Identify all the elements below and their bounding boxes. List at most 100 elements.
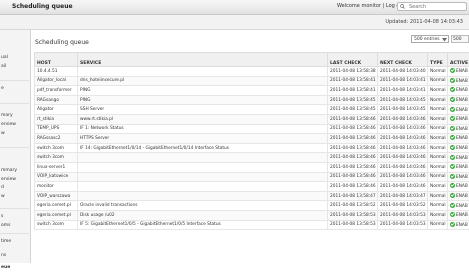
main-content: Scheduling queue 500 entries 500 HOST SE…	[31, 30, 469, 263]
welcome-logout-link[interactable]: Welcome monitor | Log out	[337, 3, 405, 9]
table-cell-host[interactable]: TEMP_UPS	[35, 124, 78, 134]
sidebar-item[interactable]: w	[0, 193, 29, 201]
active-status-text: ENAB	[456, 69, 468, 74]
table-cell-host[interactable]: RAGssasc2	[35, 134, 78, 144]
active-status-text: ENAB	[456, 223, 468, 228]
column-header-type[interactable]: TYPE	[428, 53, 448, 67]
check-circle-icon	[450, 193, 455, 198]
table-cell-service[interactable]	[78, 153, 328, 163]
table-cell-service[interactable]: IF 5: GigabitEthernet1/0/5 - GigabitEthe…	[78, 220, 328, 230]
column-header-next-check[interactable]: NEXT CHECK	[378, 53, 428, 67]
sidebar-item[interactable]: s	[0, 213, 29, 221]
column-header-active-checks[interactable]: ACTIVE CHECKS	[448, 53, 469, 67]
sidebar-item[interactable]	[0, 30, 29, 38]
active-status-text: ENAB	[456, 213, 468, 218]
table-cell-service[interactable]	[78, 162, 328, 172]
table-cell-service[interactable]: PING	[78, 86, 328, 96]
table-cell-last: 2011-04-08 13:58:45	[328, 95, 378, 105]
active-status-text: ENAB	[456, 98, 468, 103]
table-cell-host[interactable]: egeria.cemet.pl	[35, 210, 78, 220]
sidebar-item[interactable]: erview	[0, 176, 29, 184]
table-cell-next: 2011-04-08 14:03:46	[378, 172, 428, 182]
table-cell-service[interactable]: HTTPS Server	[78, 134, 328, 144]
table-cell-service[interactable]: SSH Server	[78, 105, 328, 115]
table-cell-last: 2011-04-08 13:58:38	[328, 67, 378, 77]
table-row: egeria.cemet.plOracle invalid transactio…	[35, 201, 469, 211]
table-cell-service[interactable]: dns_hoteiinsecure.pl	[78, 76, 328, 86]
sidebar-divider	[0, 208, 29, 209]
table-cell-type: Normal	[428, 182, 448, 192]
sidebar-item[interactable]: ail	[0, 63, 29, 71]
check-circle-icon	[450, 174, 455, 179]
table-cell-host[interactable]: RAGsango	[35, 95, 78, 105]
table-cell-host[interactable]: VOIP_katowice	[35, 172, 78, 182]
sidebar-item[interactable]: mmary	[0, 167, 29, 175]
active-status-text: ENAB	[456, 204, 468, 209]
chevron-down-icon	[442, 37, 447, 42]
table-cell-next: 2011-04-08 14:03:47	[378, 191, 428, 201]
sidebar-item[interactable]: d	[0, 184, 29, 192]
table-cell-host[interactable]: monitor	[35, 182, 78, 192]
sidebar-item-scheduling-queue[interactable]: eue	[0, 264, 29, 272]
table-cell-service[interactable]: IF 1: Network Status	[78, 124, 328, 134]
table-row: VOIP_warszawa2011-04-08 13:58:472011-04-…	[35, 191, 469, 201]
sidebar-item[interactable]: ns	[0, 252, 29, 260]
table-cell-host[interactable]: switch 3com	[35, 153, 78, 163]
table-cell-active: ENAB	[448, 86, 469, 96]
table-cell-service[interactable]	[78, 172, 328, 182]
table-cell-host[interactable]: Aligator	[35, 105, 78, 115]
table-cell-host[interactable]: egeria.cemet.pl	[35, 201, 78, 211]
table-row: egeria.cemet.plDisk usage /u022011-04-08…	[35, 210, 469, 220]
column-header-service[interactable]: SERVICE	[78, 53, 328, 67]
table-cell-service[interactable]: www.rt.stikia.pl	[78, 114, 328, 124]
table-cell-host[interactable]: switch 3com	[35, 143, 78, 153]
column-header-host[interactable]: HOST	[35, 53, 78, 67]
table-cell-host[interactable]: linux-server1	[35, 162, 78, 172]
sidebar-item[interactable]: erview	[0, 121, 29, 129]
table-cell-last: 2011-04-08 13:58:53	[328, 210, 378, 220]
table-cell-next: 2011-04-08 14:03:41	[378, 86, 428, 96]
sidebar-item[interactable]: mary	[0, 112, 29, 120]
sidebar-item[interactable]: e	[0, 85, 29, 93]
table-cell-service[interactable]	[78, 67, 328, 77]
table-cell-service[interactable]: PING	[78, 95, 328, 105]
active-status-text: ENAB	[456, 127, 468, 132]
table-cell-service[interactable]: IF 14: GigabitEthernet1/0/14 - GigabitEt…	[78, 143, 328, 153]
top-bar: Scheduling queue Welcome monitor | Log o…	[0, 0, 469, 15]
active-status-text: ENAB	[456, 108, 468, 113]
table-cell-host[interactable]: VOIP_warszawa	[35, 191, 78, 201]
page-title: Scheduling queue	[35, 39, 89, 46]
table-row: 10.4.4.512011-04-08 13:58:382011-04-08 1…	[35, 67, 469, 77]
entries-count-button[interactable]: 500	[451, 35, 469, 43]
search-input[interactable]	[409, 3, 466, 10]
table-cell-host[interactable]: pdf_transformer	[35, 86, 78, 96]
table-cell-service[interactable]	[78, 191, 328, 201]
table-cell-type: Normal	[428, 143, 448, 153]
table-cell-last: 2011-04-08 13:58:41	[328, 76, 378, 86]
scheduling-table: HOST SERVICE LAST CHECK NEXT CHECK TYPE …	[34, 52, 469, 230]
table-cell-host[interactable]: switch 3com	[35, 220, 78, 230]
table-cell-host[interactable]: 10.4.4.51	[35, 67, 78, 77]
active-status-text: ENAB	[456, 184, 468, 189]
check-circle-icon	[450, 87, 455, 92]
table-cell-next: 2011-04-08 14:03:46	[378, 114, 428, 124]
sidebar-item[interactable]: time	[0, 238, 29, 246]
entries-per-page-select[interactable]: 500 entries	[411, 35, 449, 43]
table-cell-host[interactable]: Aligator_local	[35, 76, 78, 86]
active-status-text: ENAB	[456, 79, 468, 84]
table-cell-next: 2011-04-08 14:03:46	[378, 124, 428, 134]
sidebar-item[interactable]: oms	[0, 222, 29, 230]
check-circle-icon	[450, 164, 455, 169]
table-row: rt_stikiawww.rt.stikia.pl2011-04-08 13:5…	[35, 114, 469, 124]
table-cell-host[interactable]: rt_stikia	[35, 114, 78, 124]
table-cell-last: 2011-04-08 13:58:46	[328, 134, 378, 144]
column-header-last-check[interactable]: LAST CHECK	[328, 53, 378, 67]
sidebar-item[interactable]: w	[0, 130, 29, 138]
table-cell-service[interactable]: Disk usage /u02	[78, 210, 328, 220]
sidebar-item[interactable]: ual	[0, 54, 29, 62]
table-cell-service[interactable]	[78, 182, 328, 192]
search-box[interactable]	[397, 2, 467, 11]
sidebar: ual ail e mary erview w mmary erview d w…	[0, 30, 31, 263]
table-cell-service[interactable]: Oracle invalid transactions	[78, 201, 328, 211]
table-cell-active: ENAB	[448, 220, 469, 230]
